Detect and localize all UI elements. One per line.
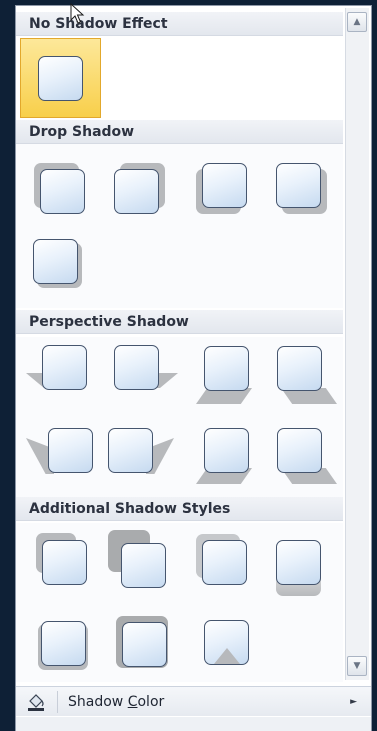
square-icon xyxy=(204,346,249,391)
additional-shadow-style-3[interactable] xyxy=(196,534,252,590)
shadow-color-label: Shadow Color xyxy=(68,694,165,710)
square-icon xyxy=(114,169,159,214)
additional-shadow-style-5[interactable] xyxy=(36,618,92,674)
submenu-arrow-icon: ► xyxy=(350,697,357,707)
shadow-gallery-menu: No Shadow Effect Drop Shadow Perspective… xyxy=(15,5,372,731)
square-icon xyxy=(276,540,321,585)
additional-shadow-style-7[interactable] xyxy=(204,618,260,674)
square-icon xyxy=(48,428,93,473)
square-icon xyxy=(38,56,83,101)
perspective-below[interactable] xyxy=(196,344,256,410)
drop-shadow-outer-top-right[interactable] xyxy=(112,163,168,219)
resize-grip[interactable] xyxy=(16,717,371,731)
scroll-down-icon[interactable]: ▼ xyxy=(347,656,367,676)
square-icon xyxy=(202,540,247,585)
category-header-no-shadow: No Shadow Effect xyxy=(16,12,343,36)
perspective-diagonal-lower-right-2[interactable] xyxy=(106,426,176,482)
square-icon xyxy=(41,621,86,666)
shadow-color-menu-item[interactable]: Shadow Color ► xyxy=(16,686,371,716)
square-icon xyxy=(40,169,85,214)
perspective-below-right[interactable] xyxy=(271,426,337,492)
square-icon xyxy=(42,345,87,390)
square-icon xyxy=(276,163,321,208)
category-header-drop-shadow: Drop Shadow xyxy=(16,120,343,144)
drop-shadow-outer-bottom-left[interactable] xyxy=(196,161,252,217)
square-icon xyxy=(122,622,167,667)
paint-bucket-icon xyxy=(28,694,44,711)
scroll-up-icon[interactable]: ▲ xyxy=(347,12,367,32)
drop-shadow-outer-top-left[interactable] xyxy=(34,163,90,219)
square-icon xyxy=(42,540,87,585)
drop-shadow-outer-bottom-right[interactable] xyxy=(274,161,330,217)
perspective-below-2[interactable] xyxy=(196,426,256,492)
square-icon xyxy=(277,346,322,391)
category-header-additional-shadow: Additional Shadow Styles xyxy=(16,497,343,521)
additional-shadow-style-6[interactable] xyxy=(116,616,172,672)
shadow-gallery: No Shadow Effect Drop Shadow Perspective… xyxy=(16,6,343,682)
separator xyxy=(57,691,58,713)
perspective-diagonal-upper-left[interactable] xyxy=(26,343,92,399)
perspective-diagonal-lower-left[interactable] xyxy=(26,426,96,482)
additional-shadow-style-4[interactable] xyxy=(276,540,332,596)
square-icon xyxy=(202,163,247,208)
additional-shadow-style-2[interactable] xyxy=(108,530,168,590)
square-icon xyxy=(114,345,159,390)
square-icon xyxy=(108,428,153,473)
drop-shadow-outer-center[interactable] xyxy=(32,238,88,294)
square-icon xyxy=(204,428,249,473)
no-shadow-option[interactable] xyxy=(20,38,101,118)
perspective-diagonal-lower-right[interactable] xyxy=(271,344,337,410)
perspective-diagonal-upper-right[interactable] xyxy=(112,343,178,399)
mouse-cursor-icon xyxy=(70,3,85,24)
square-icon xyxy=(121,543,166,588)
square-icon xyxy=(33,239,78,284)
square-icon xyxy=(277,428,322,473)
additional-shadow-style-1[interactable] xyxy=(36,533,92,589)
category-header-perspective-shadow: Perspective Shadow xyxy=(16,310,343,334)
gallery-scrollbar[interactable]: ▲ ▼ xyxy=(345,8,369,680)
